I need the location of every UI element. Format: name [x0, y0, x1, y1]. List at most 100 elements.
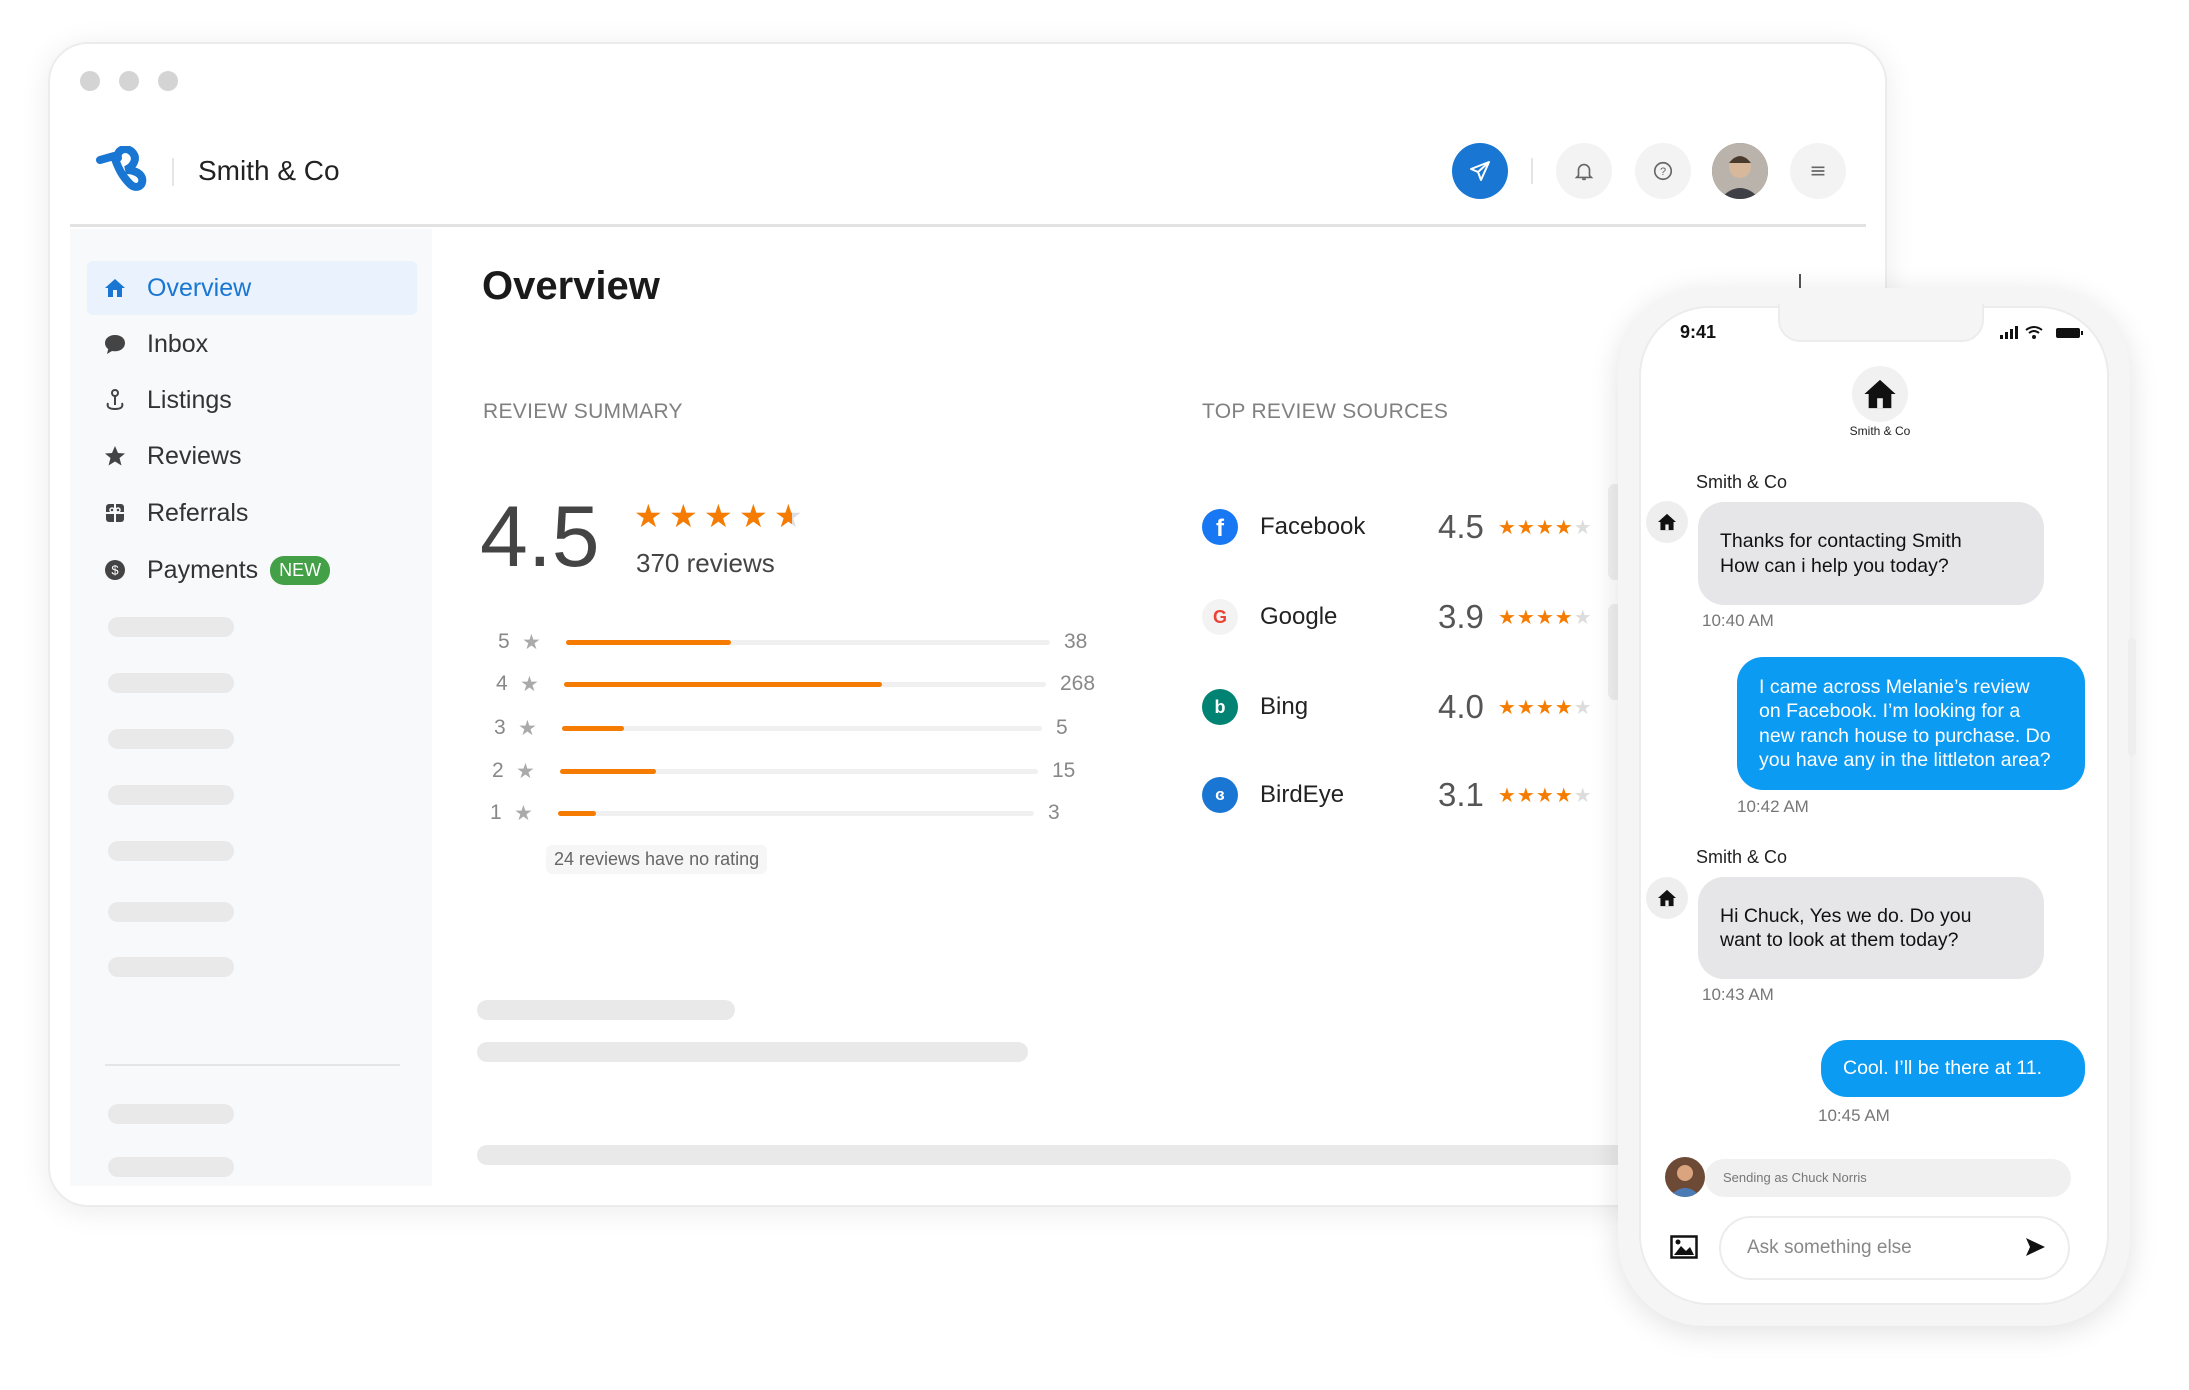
review-summary-heading: REVIEW SUMMARY: [483, 400, 683, 423]
source-score: 3.1: [1438, 776, 1484, 813]
rating-bar-track: [564, 682, 1046, 687]
average-stars: ★ ★ ★ ★ ★ ★ ★ ★ ★ ★: [634, 500, 809, 532]
business-avatar[interactable]: [1852, 366, 1908, 422]
help-button[interactable]: ?: [1635, 143, 1691, 199]
rating-count: 15: [1052, 759, 1076, 782]
avatar[interactable]: [1712, 143, 1768, 199]
rating-label: 5: [498, 630, 510, 653]
sidebar-item-reviews[interactable]: Reviews: [87, 429, 417, 483]
image-attach-icon[interactable]: [1670, 1235, 1698, 1259]
menu-button[interactable]: [1790, 143, 1846, 199]
rating-label: 4: [496, 672, 508, 695]
review-source-bing[interactable]: b Bing 4.0 ★★★★★: [1200, 685, 1600, 729]
review-source-facebook[interactable]: f Facebook 4.5 ★★★★★: [1200, 505, 1600, 549]
star-icon: ★: [518, 716, 537, 740]
message-line: How can i help you today?: [1720, 554, 1949, 577]
business-avatar-small: [1646, 501, 1688, 543]
content-skeleton: [477, 1042, 1028, 1062]
user-avatar-icon: [1712, 143, 1768, 199]
rating-row: 2 ★ 15: [492, 756, 1112, 786]
source-name: Facebook: [1260, 513, 1366, 540]
rating-bar-fill: [560, 769, 656, 774]
sidebar-skeleton: [108, 902, 234, 922]
page-title: Overview: [482, 264, 660, 308]
sidebar-item-referrals[interactable]: Referrals: [87, 486, 417, 540]
sidebar-item-label: Listings: [147, 385, 232, 414]
sidebar-skeleton: [108, 841, 234, 861]
sidebar-item-label: Inbox: [147, 329, 209, 358]
sending-as-label: Sending as Chuck Norris: [1723, 1170, 1867, 1185]
sidebar-skeleton: [108, 1157, 234, 1177]
window-close-dot[interactable]: [80, 71, 100, 91]
rating-star-icon: ★ ★: [704, 500, 739, 532]
rating-bar-track: [560, 769, 1038, 774]
rating-star-icon: ★ ★: [669, 500, 704, 532]
sidebar-item-label: Overview: [147, 273, 252, 302]
message-time: 10:42 AM: [1737, 797, 1809, 816]
sidebar-divider: [105, 1064, 400, 1066]
review-source-birdeye[interactable]: ɞ BirdEye 3.1 ★★★★★: [1200, 773, 1600, 817]
sidebar-item-label: Reviews: [147, 441, 242, 470]
message-sender: Smith & Co: [1696, 847, 1788, 867]
sidebar-item-payments[interactable]: $ Payments NEW: [87, 543, 417, 597]
outgoing-message[interactable]: I came across Melanie’s review on Faceboo…: [1737, 657, 2085, 790]
message-line: new ranch house to purchase. Do: [1759, 724, 2051, 747]
sidebar-item-label: Payments: [147, 555, 259, 584]
sender-avatar: [1665, 1157, 1705, 1197]
sidebar-skeleton: [108, 729, 234, 749]
rating-row: 4 ★ 268: [496, 669, 1116, 699]
message-input-placeholder: Ask something else: [1747, 1237, 1912, 1258]
message-line: Cool. I’ll be there at 11.: [1843, 1057, 2043, 1080]
rating-label: 2: [492, 759, 504, 782]
window-minimize-dot[interactable]: [119, 71, 139, 91]
rating-label: 3: [494, 716, 506, 739]
content-skeleton: [477, 1000, 735, 1020]
send-message-icon[interactable]: [2024, 1236, 2046, 1258]
help-icon: ?: [1653, 161, 1673, 181]
send-button[interactable]: [1452, 143, 1508, 199]
header-separator: [70, 224, 1866, 227]
star-icon: ★: [520, 672, 539, 696]
message-line: want to look at them today?: [1720, 929, 1959, 951]
source-stars: ★★★★★: [1498, 516, 1593, 539]
rating-star-icon: ★ ★: [634, 500, 669, 532]
message-line: I came across Melanie’s review: [1759, 675, 2030, 698]
message-line: on Facebook. I’m looking for a: [1759, 700, 2021, 722]
sidebar-item-listings[interactable]: Listings: [87, 373, 417, 427]
message-input[interactable]: Ask something else: [1719, 1216, 2070, 1280]
rating-row: 5 ★ 38: [498, 627, 1118, 657]
window-maximize-dot[interactable]: [158, 71, 178, 91]
rating-count: 3: [1048, 801, 1060, 824]
source-name: Bing: [1260, 693, 1309, 720]
star-fill: ★: [704, 500, 733, 532]
chat-bubble-icon: [105, 335, 125, 354]
svg-text:$: $: [111, 563, 119, 578]
review-count: 370 reviews: [636, 548, 775, 578]
send-icon: [1470, 161, 1490, 181]
incoming-message[interactable]: Hi Chuck, Yes we do. Do you want to look …: [1698, 877, 2044, 979]
sidebar-item-inbox[interactable]: Inbox: [87, 317, 417, 371]
incoming-message[interactable]: Thanks for contacting Smith How can i hel…: [1698, 502, 2044, 605]
rating-bar-track: [562, 726, 1042, 731]
star-icon: [105, 446, 125, 466]
rating-bar-fill: [564, 682, 883, 687]
star-icon: ★: [516, 759, 535, 783]
rating-row: 3 ★ 5: [494, 713, 1114, 743]
no-rating-note: 24 reviews have no rating: [546, 845, 768, 874]
notifications-button[interactable]: [1556, 143, 1612, 199]
phone-notch: [1778, 304, 1984, 342]
sidebar-item-label: Referrals: [147, 498, 249, 527]
message-line: Hi Chuck, Yes we do. Do you: [1720, 904, 1972, 927]
sidebar-skeleton: [108, 617, 234, 637]
business-name: Smith & Co: [1849, 424, 1911, 438]
gift-icon: [106, 504, 124, 522]
dollar-icon: $: [105, 560, 125, 580]
rating-count: 5: [1056, 716, 1068, 739]
rating-count: 268: [1060, 672, 1096, 695]
birdeye-logo-icon[interactable]: [96, 146, 148, 196]
bell-icon: [1574, 163, 1594, 181]
sidebar-item-overview[interactable]: Overview: [87, 261, 417, 315]
review-source-google[interactable]: G Google 3.9 ★★★★★: [1200, 595, 1600, 639]
outgoing-message[interactable]: Cool. I’ll be there at 11.: [1821, 1040, 2085, 1097]
header-divider: [172, 158, 174, 186]
